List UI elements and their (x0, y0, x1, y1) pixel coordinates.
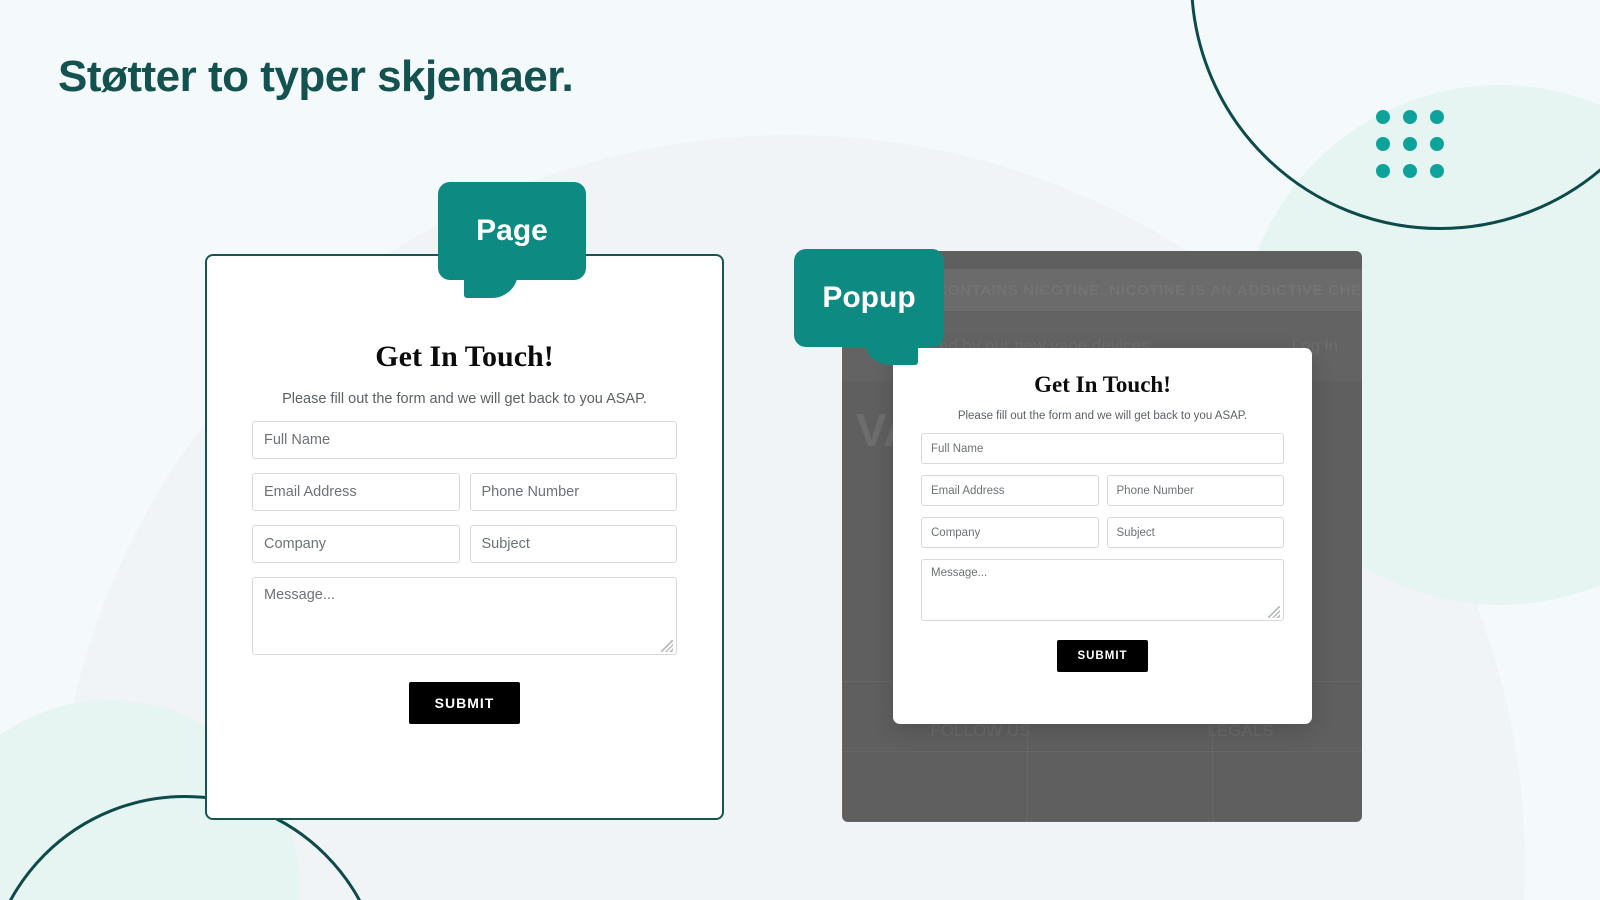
page-bubble-text: Page (476, 214, 548, 247)
popup-form-fields: Full Name Email Address Phone Number Com… (893, 433, 1312, 672)
popup-message-textarea[interactable]: Message... (921, 559, 1284, 621)
popup-email-input[interactable]: Email Address (921, 475, 1099, 506)
dot-grid-decoration-icon (1376, 110, 1444, 178)
popup-form-title: Get In Touch! (1034, 372, 1171, 397)
full-name-input[interactable]: Full Name (252, 421, 677, 459)
message-textarea[interactable]: Message... (252, 577, 677, 655)
popup-submit-button[interactable]: SUBMIT (1057, 640, 1148, 672)
popup-submit-wrap: SUBMIT (921, 640, 1284, 672)
email-input[interactable]: Email Address (252, 473, 460, 511)
popup-phone-input[interactable]: Phone Number (1106, 475, 1284, 506)
message-placeholder: Message... (264, 587, 335, 603)
company-input[interactable]: Company (252, 525, 460, 563)
popup-form-card: Get In Touch! Please fill out the form a… (893, 348, 1312, 724)
popup-company-input[interactable]: Company (921, 517, 1099, 548)
popup-full-name-input[interactable]: Full Name (921, 433, 1284, 464)
background-footer-row: FOLLOW US LEGALS (842, 721, 1362, 741)
page-label-bubble: Page (438, 182, 586, 298)
popup-textarea-resize-grip-icon[interactable] (1268, 606, 1280, 618)
popup-message-placeholder: Message... (931, 567, 988, 579)
popup-bubble-text: Popup (822, 281, 916, 314)
popup-form-row-contact: Email Address Phone Number (921, 464, 1284, 506)
background-footer-left: FOLLOW US (930, 721, 1031, 740)
popup-label-bubble: Popup (794, 249, 944, 365)
textarea-resize-grip-icon[interactable] (661, 640, 673, 652)
popup-form-row-company: Company Subject (921, 506, 1284, 548)
page-form-fields: Full Name Email Address Phone Number Com… (207, 421, 722, 724)
page-form-subtitle: Please fill out the form and we will get… (282, 391, 647, 407)
popup-form-subtitle: Please fill out the form and we will get… (957, 410, 1248, 422)
page-submit-wrap: SUBMIT (252, 682, 677, 724)
popup-subject-input[interactable]: Subject (1106, 517, 1284, 548)
subject-input[interactable]: Subject (469, 525, 677, 563)
page-form-title: Get In Touch! (375, 340, 554, 373)
phone-input[interactable]: Phone Number (469, 473, 677, 511)
background-footer-right: LEGALS (1207, 721, 1274, 740)
page-form-row-company: Company Subject (252, 511, 677, 563)
page-form-row-contact: Email Address Phone Number (252, 459, 677, 511)
page-form-card: Get In Touch! Please fill out the form a… (205, 254, 724, 820)
submit-button[interactable]: SUBMIT (408, 682, 521, 724)
page-title: Støtter to typer skjemaer. (58, 52, 574, 101)
